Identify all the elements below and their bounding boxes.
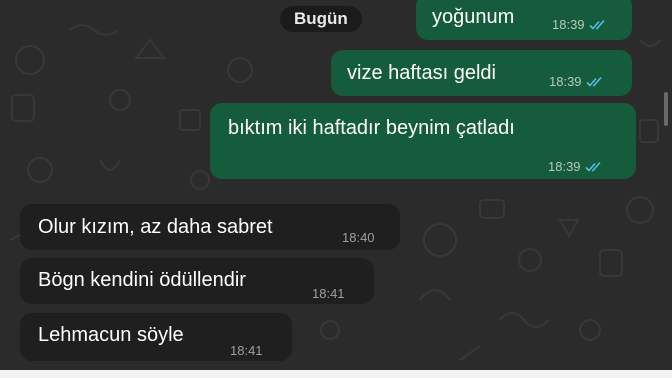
message-bubble-outgoing[interactable]: yoğunum 18:39: [416, 0, 632, 40]
message-text: Bögn kendini ödüllendir: [38, 269, 246, 291]
bottom-edge: [0, 370, 672, 378]
scrollbar-handle[interactable]: [664, 92, 668, 126]
message-meta: 18:41: [312, 282, 345, 306]
message-bubble-outgoing[interactable]: vize haftası geldi 18:39: [331, 50, 632, 96]
date-divider: Bugün: [280, 6, 362, 32]
message-meta: 18:40: [342, 226, 375, 250]
message-bubble-incoming[interactable]: Olur kızım, az daha sabret 18:40: [20, 204, 400, 250]
message-meta: 18:39: [549, 70, 604, 94]
message-bubble-outgoing[interactable]: bıktım iki haftadır beynim çatladı 18:39: [210, 103, 636, 179]
message-time: 18:39: [548, 159, 581, 174]
message-text: Lehmacun söyle: [38, 324, 184, 346]
message-text: vize haftası geldi: [347, 62, 496, 84]
double-check-icon: [585, 76, 602, 87]
message-time: 18:39: [549, 74, 582, 89]
message-bubble-incoming[interactable]: Lehmacun söyle 18:41: [20, 313, 292, 361]
message-time: 18:41: [230, 343, 263, 358]
message-time: 18:41: [312, 286, 345, 301]
message-text: bıktım iki haftadır beynim çatladı: [228, 117, 515, 139]
message-time: 18:40: [342, 230, 375, 245]
message-meta: 18:39: [552, 13, 607, 37]
message-time: 18:39: [552, 17, 585, 32]
message-bubble-incoming[interactable]: Bögn kendini ödüllendir 18:41: [20, 258, 374, 304]
message-text: Olur kızım, az daha sabret: [38, 216, 273, 238]
double-check-icon: [584, 161, 601, 172]
message-text: yoğunum: [432, 6, 515, 28]
double-check-icon: [588, 19, 605, 30]
message-meta: 18:39: [548, 155, 603, 179]
message-meta: 18:41: [230, 339, 263, 363]
